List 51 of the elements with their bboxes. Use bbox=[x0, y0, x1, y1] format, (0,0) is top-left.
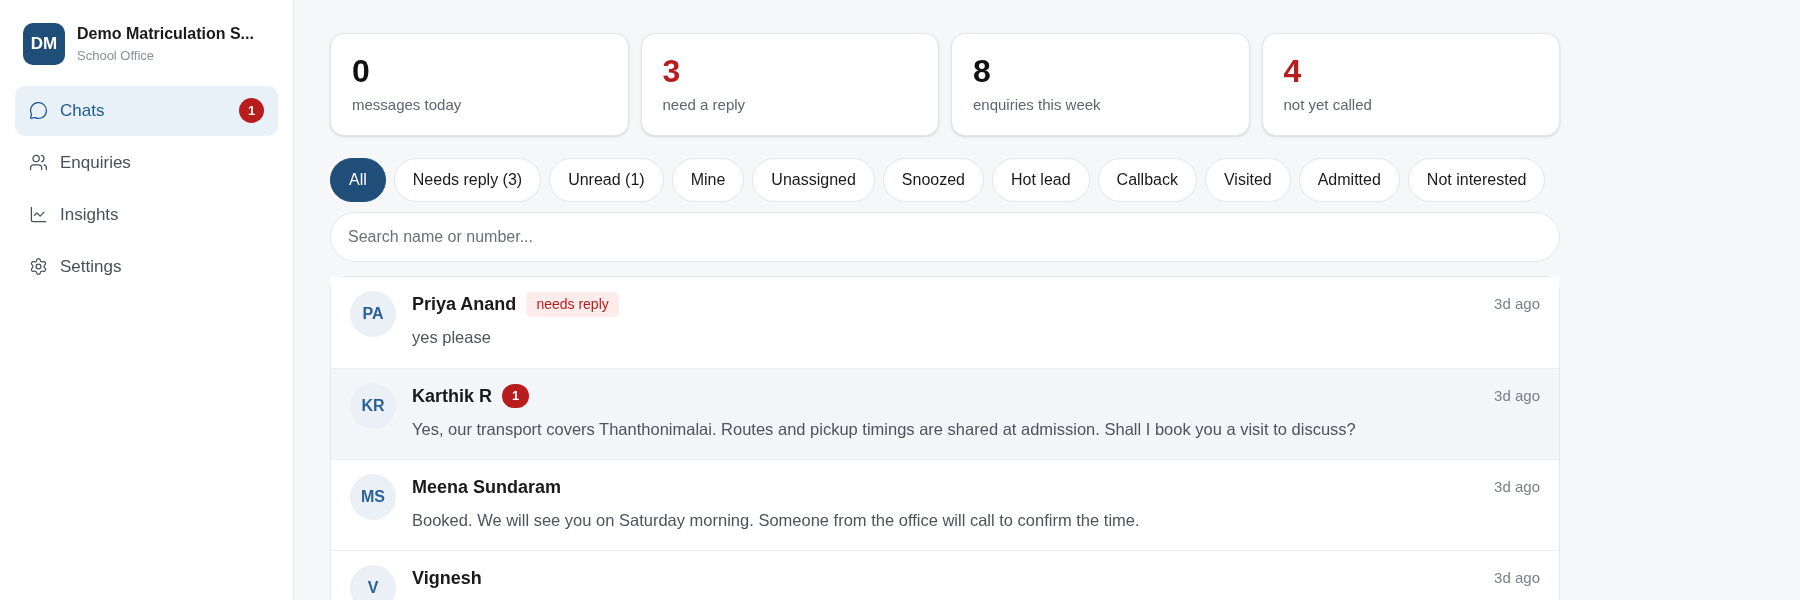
filter-chip[interactable]: All bbox=[330, 158, 386, 202]
contact-avatar: PA bbox=[350, 291, 396, 337]
search-field[interactable]: Search name or number... bbox=[330, 212, 1560, 262]
contact-name: Meena Sundaram bbox=[412, 475, 562, 499]
filter-chip[interactable]: Hot lead bbox=[992, 158, 1090, 202]
nav-item[interactable]: Insights bbox=[15, 189, 278, 240]
filter-chip[interactable]: Admitted bbox=[1298, 158, 1400, 202]
filter-chip[interactable]: Snoozed bbox=[882, 158, 984, 202]
org-avatar: DM bbox=[23, 22, 65, 65]
org-subtitle: School Office bbox=[77, 47, 156, 65]
org-name: Demo Matriculation S... bbox=[77, 24, 254, 44]
contact-name: Vignesh bbox=[412, 566, 482, 590]
status-tag: needs reply bbox=[526, 291, 619, 317]
stat-label: messages today bbox=[352, 95, 463, 115]
message-time: 3d ago bbox=[1494, 567, 1540, 588]
filter-chip[interactable]: Not interested bbox=[1407, 158, 1546, 202]
filter-chip[interactable]: Unassigned bbox=[752, 158, 875, 202]
filter-chip[interactable]: Visited bbox=[1204, 158, 1291, 202]
filter-chip[interactable]: Callback bbox=[1097, 158, 1197, 202]
stat-value: 4 bbox=[1283, 52, 1303, 90]
message-preview: yes please bbox=[412, 327, 492, 348]
stat-label: not yet called bbox=[1283, 95, 1373, 115]
stat-label: need a reply bbox=[662, 95, 747, 115]
contact-name: Karthik R bbox=[412, 384, 492, 408]
stat-value: 0 bbox=[352, 52, 371, 90]
filter-chip[interactable]: Unread (1) bbox=[549, 158, 664, 202]
nav-item[interactable]: Settings bbox=[15, 241, 278, 292]
nav-item[interactable]: Enquiries bbox=[15, 137, 278, 188]
contact-avatar: V bbox=[350, 565, 396, 600]
chat-row[interactable]: KR Karthik R 1 3d ago Yes, our transport covers Thanthonimalai. Routes and pickup timings are shared at admission. Shall I book you a visit to discuss? bbox=[331, 368, 1559, 459]
filter-chip[interactable]: Needs reply (3) bbox=[393, 158, 542, 202]
unread-count-badge: 1 bbox=[502, 384, 529, 408]
chat-icon bbox=[29, 101, 48, 120]
unread-count-badge: 1 bbox=[239, 98, 264, 123]
message-preview: Booked. We will see you on Saturday morning. Someone from the office will call to confirm the time. bbox=[412, 510, 1141, 531]
chat-row[interactable]: V Vignesh 3d ago bbox=[331, 550, 1559, 600]
settings-icon bbox=[29, 257, 48, 276]
stat-label: enquiries this week bbox=[973, 95, 1102, 115]
line-chart-icon bbox=[29, 205, 48, 224]
users-icon bbox=[29, 153, 48, 172]
contact-avatar: MS bbox=[350, 474, 396, 520]
contact-name: Priya Anand bbox=[412, 292, 517, 316]
message-time: 3d ago bbox=[1494, 293, 1540, 314]
filter-chip[interactable]: Mine bbox=[671, 158, 745, 202]
stat-value: 8 bbox=[973, 52, 992, 90]
message-time: 3d ago bbox=[1494, 476, 1540, 497]
nav-item[interactable]: Chats 1 bbox=[15, 85, 278, 136]
stat-value: 3 bbox=[662, 52, 682, 90]
contact-avatar: KR bbox=[350, 383, 396, 429]
message-time: 3d ago bbox=[1494, 385, 1540, 406]
message-preview: Yes, our transport covers Thanthonimalai. Routes and pickup timings are shared at admission. Shall I book you a visit to discuss? bbox=[412, 419, 1357, 440]
